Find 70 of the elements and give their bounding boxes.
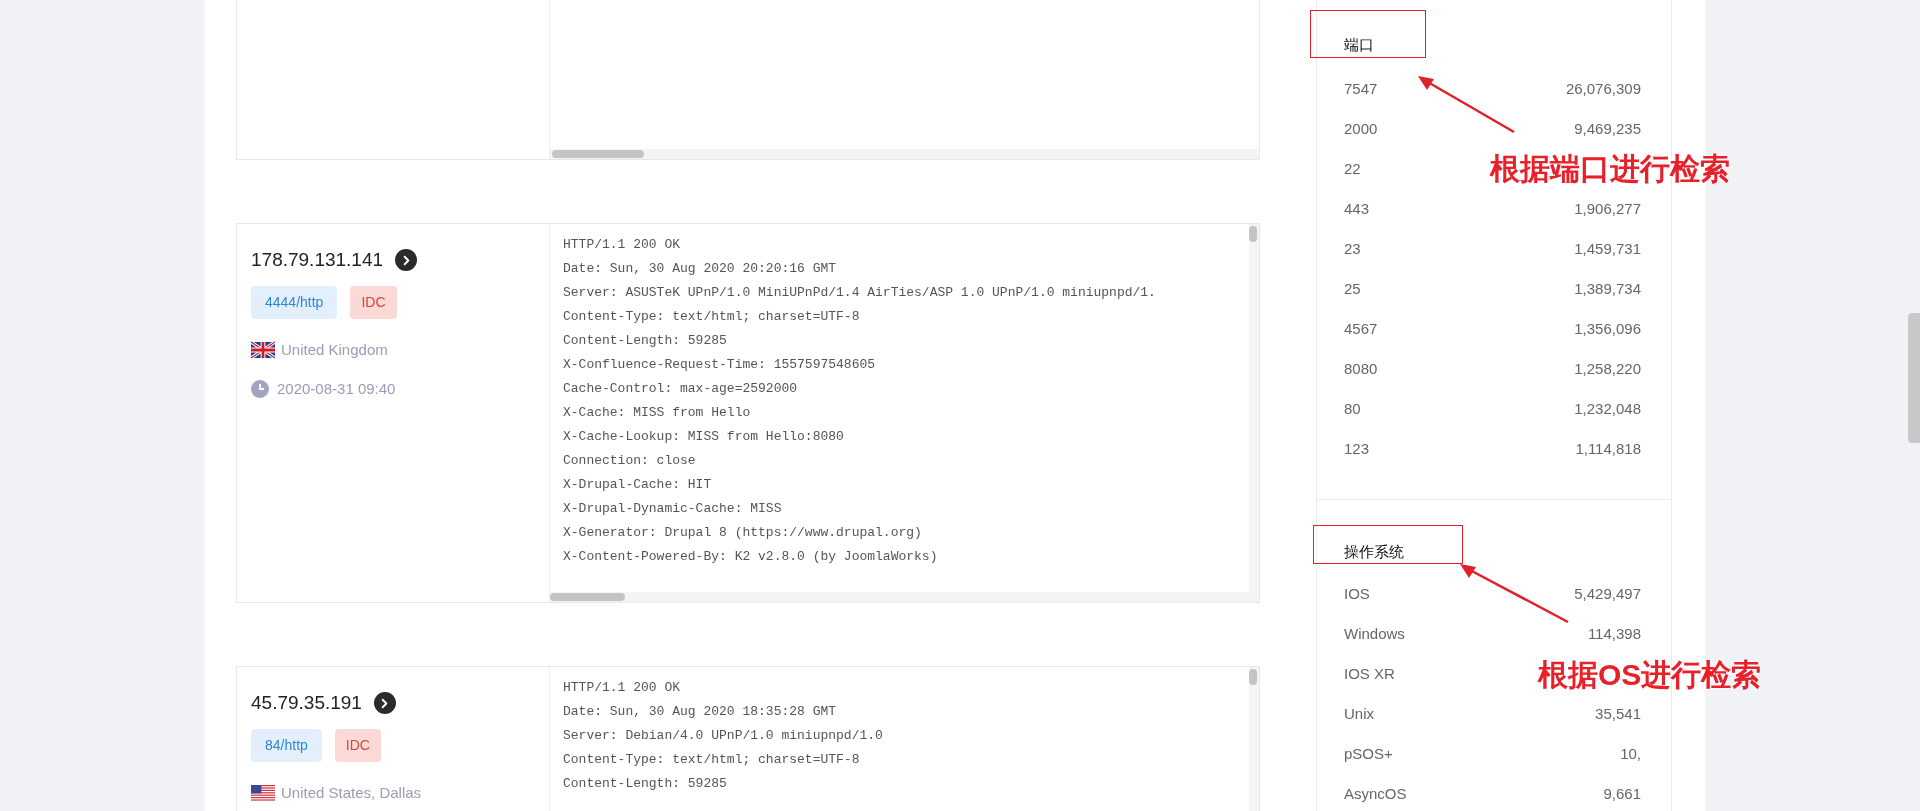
response-line: Server: ASUSTeK UPnP/1.0 MiniUPnPd/1.4 AirTies/ASP 1.0 UPnP/1.0 miniupnpd/1.: [563, 284, 1157, 302]
annotation-text: 根据OS进行检索: [1538, 658, 1762, 692]
facet-label[interactable]: 80: [1344, 397, 1361, 421]
facet-label[interactable]: 2000: [1344, 117, 1378, 141]
response-line: HTTP/1.1 200 OK: [563, 679, 682, 697]
facet-label[interactable]: Windows: [1344, 622, 1405, 646]
facet-label[interactable]: 25: [1344, 277, 1361, 301]
ip-address[interactable]: 178.79.131.141: [251, 246, 384, 275]
facet-label[interactable]: Unix: [1344, 702, 1374, 726]
open-detail-icon[interactable]: [373, 692, 396, 715]
response-line: X-Confluence-Request-Time: 1557597548605: [563, 356, 877, 374]
facet-label[interactable]: AsyncOS: [1344, 782, 1407, 806]
facet-label[interactable]: 443: [1344, 197, 1370, 221]
facet-count: 114,398: [1587, 623, 1641, 644]
page-scrollbar[interactable]: [1908, 313, 1920, 443]
horizontal-scrollbar[interactable]: [552, 150, 644, 158]
idc-tag[interactable]: IDC: [350, 285, 397, 319]
ip-address[interactable]: 45.79.35.191: [251, 689, 362, 718]
response-line: X-Generator: Drupal 8 (https://www.drupal.org): [563, 524, 923, 542]
facet-label[interactable]: IOS: [1344, 582, 1370, 606]
section-heading: 操作系统: [1344, 542, 1405, 562]
response-line: Cache-Control: max-age=2592000: [563, 380, 799, 398]
timestamp: 2020-08-31 09:40: [277, 379, 396, 399]
facet-count: 1,459,731: [1574, 238, 1641, 259]
response-line: X-Cache: MISS from Hello: [563, 404, 752, 422]
facet-count: 35,541: [1595, 703, 1641, 724]
facet-count: 1,114,818: [1575, 438, 1641, 459]
facet-label[interactable]: pSOS+: [1344, 742, 1393, 766]
facet-label[interactable]: 4567: [1344, 317, 1378, 341]
facet-label[interactable]: 23: [1344, 237, 1361, 261]
response-line: X-Content-Powered-By: K2 v2.8.0 (by JoomlaWorks): [563, 548, 939, 566]
location-text: United States, Dallas: [281, 782, 422, 803]
facet-count: 26,076,309: [1565, 78, 1641, 99]
facet-label[interactable]: IOS XR: [1344, 662, 1395, 686]
facet-label[interactable]: 123: [1344, 437, 1370, 461]
facet-count: 1,258,220: [1574, 358, 1641, 379]
idc-tag[interactable]: IDC: [334, 728, 381, 762]
response-line: Content-Type: text/html; charset=UTF-8: [563, 751, 861, 769]
facet-count: 9,661: [1603, 783, 1641, 804]
annotation-text: 根据端口进行检索: [1490, 152, 1730, 186]
vertical-scrollbar[interactable]: [1249, 669, 1257, 685]
response-line: Server: Debian/4.0 UPnP/1.0 miniupnpd/1.0: [563, 727, 884, 745]
facet-count: 1,356,096: [1574, 318, 1641, 339]
response-line: Date: Sun, 30 Aug 2020 18:35:28 GMT: [563, 703, 838, 721]
facet-label[interactable]: 22: [1344, 157, 1361, 181]
facet-label[interactable]: 8080: [1344, 357, 1378, 381]
location-text: United Kingdom: [281, 339, 388, 360]
facet-count: 5,429,497: [1574, 583, 1641, 604]
facet-count: 10,: [1620, 743, 1641, 764]
response-line: Connection: close: [563, 452, 697, 470]
response-line: X-Drupal-Dynamic-Cache: MISS: [563, 500, 783, 518]
service-tag[interactable]: 84/http: [251, 728, 322, 762]
response-line: X-Drupal-Cache: HIT: [563, 476, 713, 494]
section-heading: 端口: [1344, 35, 1375, 55]
response-line: HTTP/1.1 200 OK: [563, 236, 682, 254]
service-tag[interactable]: 4444/http: [251, 285, 338, 319]
response-line: X-Cache-Lookup: MISS from Hello:8080: [563, 428, 845, 446]
response-line: Content-Length: 59285: [563, 332, 728, 350]
horizontal-scrollbar[interactable]: [550, 593, 625, 601]
response-line: Content-Type: text/html; charset=UTF-8: [563, 308, 861, 326]
facet-count: 1,906,277: [1574, 198, 1641, 219]
facet-count: 1,232,048: [1574, 398, 1641, 419]
facet-count: 1,389,734: [1574, 278, 1641, 299]
vertical-scrollbar[interactable]: [1249, 226, 1257, 242]
open-detail-icon[interactable]: [395, 249, 418, 272]
clock-icon: [251, 380, 269, 399]
response-line: Date: Sun, 30 Aug 2020 20:20:16 GMT: [563, 260, 838, 278]
facet-count: 9,469,235: [1574, 118, 1641, 139]
facet-label[interactable]: 7547: [1344, 77, 1378, 101]
response-line: Content-Length: 59285: [563, 775, 728, 793]
